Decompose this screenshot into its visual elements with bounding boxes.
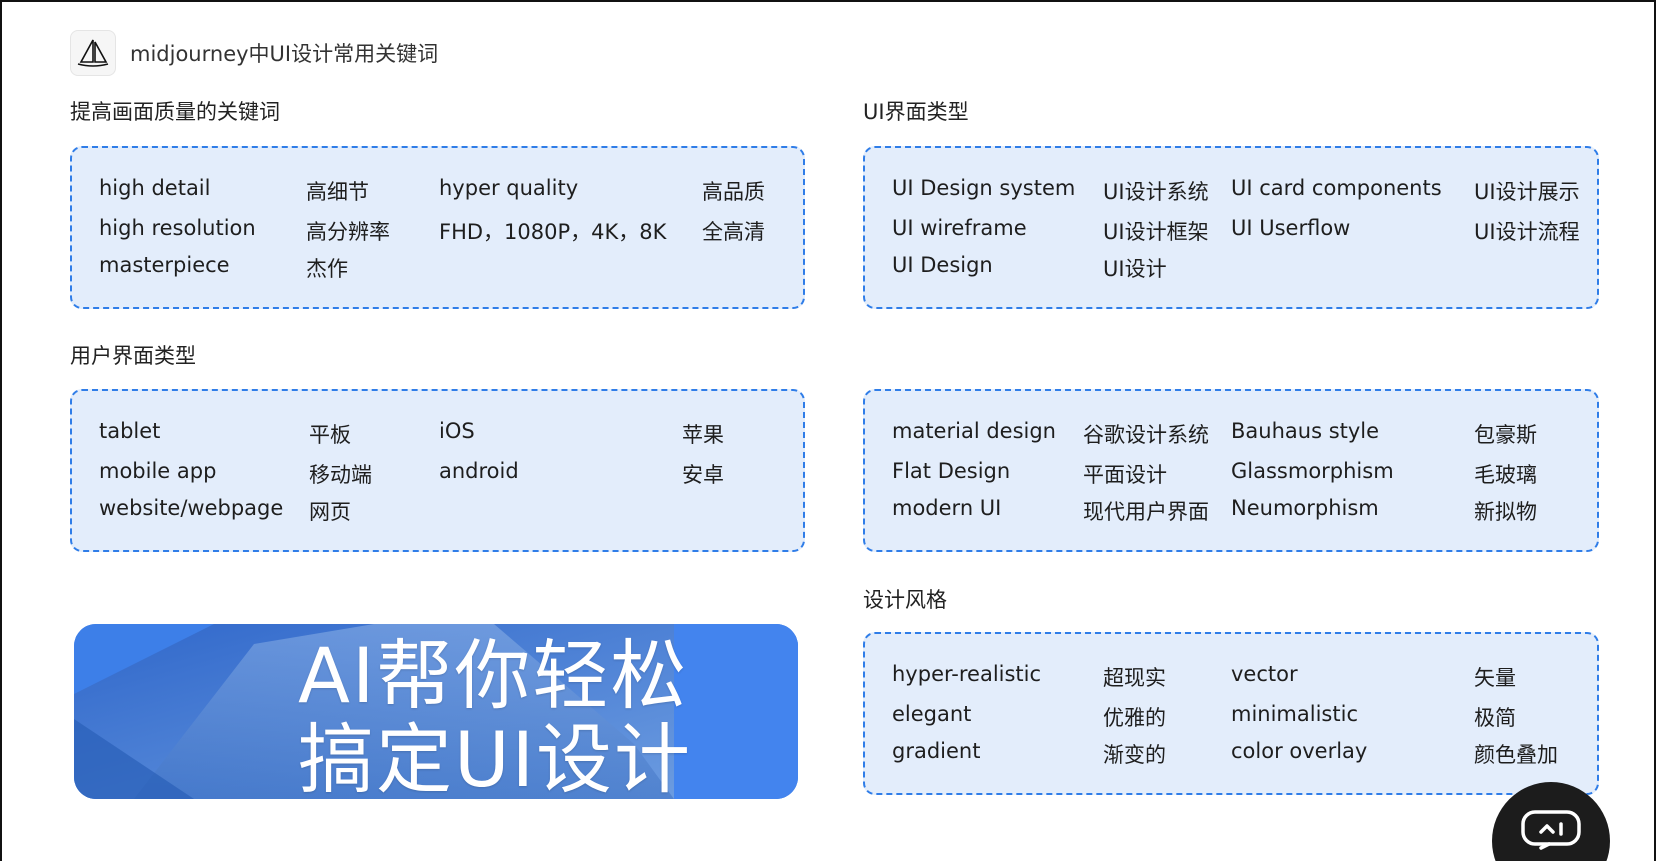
keyword-box-ui-type: UI Design system UI设计系统 UI card componen…	[863, 146, 1599, 309]
keyword-en: UI Userflow	[1231, 216, 1351, 240]
keyword-en: UI card components	[1231, 176, 1442, 200]
keyword-en: Flat Design	[892, 459, 1011, 483]
keyword-zh: 优雅的	[1103, 706, 1166, 730]
keyword-zh: 高品质	[702, 180, 765, 204]
keyword-zh: 平面设计	[1083, 463, 1167, 487]
keyword-en: iOS	[439, 419, 475, 443]
keyword-zh: 毛玻璃	[1474, 463, 1537, 487]
keyword-zh: UI设计	[1103, 257, 1167, 281]
keyword-en: vector	[1231, 662, 1298, 686]
keyword-box-quality: high detail 高细节 hyper quality 高品质 high r…	[70, 146, 805, 309]
keyword-zh: 移动端	[309, 463, 372, 487]
keyword-en: Bauhaus style	[1231, 419, 1380, 443]
header: midjourney中UI设计常用关键词	[70, 30, 438, 76]
keyword-zh: 苹果	[682, 423, 724, 447]
keyword-zh: UI设计框架	[1103, 220, 1209, 244]
keyword-en: color overlay	[1231, 739, 1368, 763]
keyword-en: hyper quality	[439, 176, 579, 200]
keyword-zh: 谷歌设计系统	[1083, 423, 1209, 447]
keyword-en: elegant	[892, 702, 972, 726]
keyword-en: FHD，1080P，4K，8K	[439, 220, 667, 244]
keyword-en: material design	[892, 419, 1056, 443]
keyword-box-styles: material design 谷歌设计系统 Bauhaus style 包豪斯…	[863, 389, 1599, 552]
keyword-zh: 渐变的	[1103, 743, 1166, 767]
keyword-en: Glassmorphism	[1231, 459, 1394, 483]
keyword-zh: 高细节	[306, 180, 369, 204]
section-title-quality: 提高画面质量的关键词	[70, 100, 280, 124]
keyword-zh: 超现实	[1103, 666, 1166, 690]
keyword-box-user-interface: tablet 平板 iOS 苹果 mobile app 移动端 android …	[70, 389, 805, 552]
banner-headline: AI帮你轻松 搞定UI设计	[298, 631, 778, 800]
keyword-zh: UI设计系统	[1103, 180, 1209, 204]
keyword-en: gradient	[892, 739, 981, 763]
keyword-zh: 颜色叠加	[1474, 743, 1558, 767]
keyword-en: mobile app	[99, 459, 217, 483]
keyword-en: website/webpage	[99, 496, 284, 520]
sailboat-logo-icon	[70, 30, 116, 76]
keyword-en: UI wireframe	[892, 216, 1027, 240]
keyword-zh: 矢量	[1474, 666, 1516, 690]
chat-bubble-icon	[1521, 810, 1581, 850]
keyword-zh: 新拟物	[1474, 500, 1537, 524]
keyword-zh: 现代用户界面	[1083, 500, 1209, 524]
keyword-en: masterpiece	[99, 253, 230, 277]
promo-banner[interactable]: AI帮你轻松 搞定UI设计	[74, 624, 798, 799]
keyword-en: modern UI	[892, 496, 1002, 520]
keyword-en: UI Design	[892, 253, 993, 277]
section-title-ui-type: UI界面类型	[863, 100, 969, 124]
section-title-user-interface: 用户界面类型	[70, 344, 196, 368]
banner-line-2: 搞定UI设计	[298, 715, 693, 800]
keyword-en: Neumorphism	[1231, 496, 1379, 520]
keyword-zh: 杰作	[306, 257, 348, 281]
keyword-zh: 包豪斯	[1474, 423, 1537, 447]
keyword-en: hyper-realistic	[892, 662, 1042, 686]
keyword-en: UI Design system	[892, 176, 1076, 200]
keyword-zh: 安卓	[682, 463, 724, 487]
banner-line-1: AI帮你轻松	[298, 631, 689, 720]
keyword-en: tablet	[99, 419, 161, 443]
keyword-zh: 平板	[309, 423, 351, 447]
keyword-en: minimalistic	[1231, 702, 1358, 726]
page-title: midjourney中UI设计常用关键词	[130, 42, 439, 66]
keyword-en: high detail	[99, 176, 211, 200]
keyword-zh: 极简	[1474, 706, 1516, 730]
keyword-zh: UI设计流程	[1474, 220, 1580, 244]
keyword-zh: 高分辨率	[306, 220, 390, 244]
keyword-zh: 网页	[309, 500, 351, 524]
keyword-zh: 全高清	[702, 220, 765, 244]
keyword-en: android	[439, 459, 519, 483]
section-title-design-style: 设计风格	[863, 588, 947, 612]
keyword-zh: UI设计展示	[1474, 180, 1580, 204]
keyword-en: high resolution	[99, 216, 256, 240]
keyword-box-design-style: hyper-realistic 超现实 vector 矢量 elegant 优雅…	[863, 632, 1599, 795]
